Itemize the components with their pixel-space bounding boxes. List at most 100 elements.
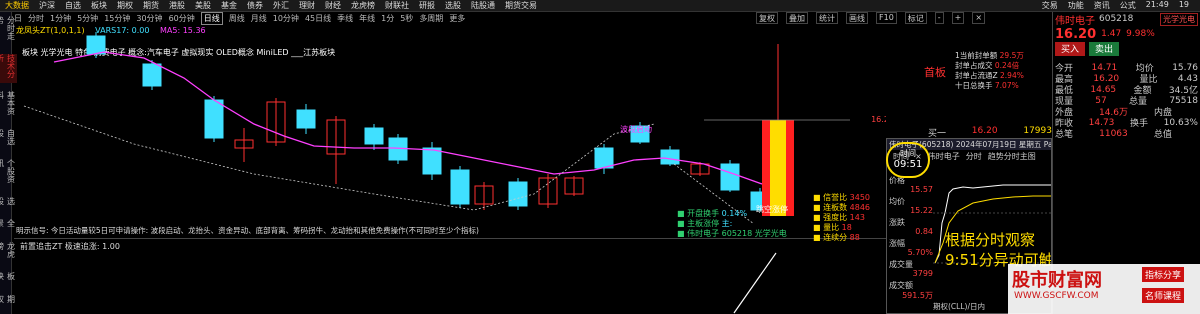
period-tab[interactable]: 季线 (337, 13, 353, 24)
top-menu-item[interactable]: 期货 (143, 0, 159, 11)
period-tab[interactable]: 30分钟 (136, 13, 162, 24)
toolbar-button[interactable]: 画线 (846, 12, 868, 24)
popup-note-1: 根据分时观察 (945, 231, 1036, 249)
quote-value: 10.63% (1163, 117, 1198, 128)
legend-right-row: ■ 连板数 4846 (813, 202, 870, 212)
top-menu-item[interactable]: 期权 (117, 0, 133, 11)
top-menu-item[interactable]: 理财 (299, 0, 315, 11)
legend-left-value: 0.14% (721, 209, 748, 218)
top-menu-item[interactable]: 期货交易 (505, 0, 537, 11)
legend-right-value: 143 (849, 213, 865, 222)
period-tab[interactable]: 周线 (229, 13, 245, 24)
toolbar-button[interactable]: 统计 (816, 12, 838, 24)
popup-tab[interactable]: 趋势分时主图 (988, 151, 1036, 162)
top-menu-item[interactable]: 龙虎榜 (351, 0, 375, 11)
top-menu-item[interactable]: 基金 (221, 0, 237, 11)
legend-right-value: 88 (849, 233, 860, 242)
sell-button[interactable]: 卖出 (1089, 42, 1119, 56)
candle (474, 182, 494, 210)
toolbar-button[interactable]: 标记 (904, 12, 927, 24)
buy-button[interactable]: 买入 (1055, 42, 1085, 56)
top-menu-item[interactable]: 港股 (169, 0, 185, 11)
top-menu-bar: 大数据 沪深 自选 板块 期权 期货 港股 美股 基金 债券 外汇 理财 财经 龙虎榜 财联社 研报 选股 陆股通… (0, 0, 1200, 12)
top-menu-item[interactable]: 大数据 (5, 0, 29, 11)
top-menu-item[interactable]: 财联社 (385, 0, 409, 11)
top-menu-item[interactable]: 研报 (419, 0, 435, 11)
period-tab[interactable]: 45日线 (305, 13, 331, 24)
popup-footer: 期权(CLL)/日内 (933, 302, 985, 311)
popup-side-values: 价格 15.57 均价 15.22 涨跌 0.84 涨幅 5.70% 成交量 3799 成交额 591… (889, 175, 933, 301)
popup-tab[interactable]: 分时 (966, 151, 982, 162)
signal-note: 明示信号: 今日活动量较5日可申请操作: 波段启动、龙抬头、资金异动、底部背离、… (16, 226, 479, 235)
limit-info-label: 封单占成交 (955, 61, 995, 70)
period-tab[interactable]: 5分钟 (77, 13, 98, 24)
limit-info-row: 封单占成交 0.24倍 (955, 60, 1051, 70)
popup-side-value: 15.22 (910, 206, 933, 215)
candle (538, 174, 558, 208)
top-right-item[interactable]: 功能 (1068, 0, 1084, 11)
period-tab[interactable]: 分时 (28, 13, 44, 24)
top-right-item[interactable]: 19 (1179, 0, 1189, 11)
annot-start: 波段启动 (620, 124, 652, 134)
legend-right-value: 18 (841, 223, 852, 232)
top-menu-item[interactable]: 债券 (247, 0, 263, 11)
chart-toolbar: 复权 叠加 统计 画线 F10 标记 - + × (748, 12, 986, 24)
period-tab[interactable]: 月线 (251, 13, 267, 24)
top-menu-item[interactable]: 外汇 (273, 0, 289, 11)
top-right-item[interactable]: 公式 (1120, 0, 1136, 11)
toolbar-button[interactable]: + (951, 12, 965, 24)
top-menu-item[interactable]: 陆股通 (471, 0, 495, 11)
legend-left-label: ■ 主板涨停 (677, 219, 722, 228)
top-menu-item[interactable]: 财经 (325, 0, 341, 11)
period-tab[interactable]: 5秒 (400, 13, 413, 24)
legend-right-row: ■ 连续分 88 (813, 232, 870, 242)
popup-side-label: 涨跌 (889, 218, 905, 227)
period-tab[interactable]: 1分钟 (50, 13, 71, 24)
top-menu-item[interactable]: 板块 (91, 0, 107, 11)
period-tab[interactable]: 10分钟 (273, 13, 299, 24)
period-tab[interactable]: 15分钟 (104, 13, 130, 24)
quote-value: 14.6万 (1098, 108, 1129, 118)
limit-info-label: 1当前封单额 (955, 51, 1000, 60)
legend-left-label: ■ 开盘换手 (677, 209, 722, 218)
candle (326, 116, 346, 184)
trend-line (23, 105, 655, 211)
period-tab[interactable]: 日线 (200, 11, 223, 25)
top-right-item[interactable]: 资讯 (1094, 0, 1110, 11)
sub-indicator-svg (733, 252, 777, 314)
limit-info-value: 29.5万 (999, 51, 1024, 60)
toolbar-button[interactable]: × (972, 12, 986, 24)
top-menu-item[interactable]: 沪深 (39, 0, 55, 11)
quote-value: 75518 (1169, 95, 1198, 106)
top-right-item[interactable]: 21:49 (1146, 0, 1169, 11)
toolbar-button[interactable]: 叠加 (786, 12, 808, 24)
legend-right-label: ■ 量比 (813, 223, 842, 232)
top-menu-item[interactable]: 选股 (445, 0, 461, 11)
quote-row: 最低 14.65 金额 34.5亿 (1053, 84, 1200, 97)
candle (422, 142, 442, 180)
popup-tab[interactable]: 伟时电子 (928, 151, 960, 162)
candle (266, 98, 286, 146)
quote-label: 换手 (1130, 119, 1149, 129)
toolbar-button[interactable]: - (934, 12, 944, 24)
toolbar-button[interactable]: 复权 (756, 12, 778, 24)
quote-value: 15.76 (1172, 62, 1198, 73)
buy1-volume: 17993 (1023, 126, 1052, 136)
top-menu-item[interactable]: 自选 (65, 0, 81, 11)
period-tab[interactable]: 更多 (449, 13, 465, 24)
period-tab[interactable]: 多周期 (419, 13, 443, 24)
popup-side-label: 成交量 (889, 260, 913, 269)
candle (234, 128, 254, 162)
stock-sector-tag[interactable]: 光学光电 (1160, 12, 1198, 26)
period-tab[interactable]: 年线 (359, 13, 375, 24)
top-right-item[interactable]: 交易 (1042, 0, 1058, 11)
time-highlight-circle: 时间 09:51 (886, 142, 930, 178)
buy1-label: 买一 (928, 129, 947, 139)
quote-value: 34.5亿 (1168, 86, 1198, 96)
quote-value: 11063 (1099, 128, 1128, 139)
toolbar-button[interactable]: F10 (876, 12, 897, 24)
period-tab[interactable]: 1分 (381, 13, 394, 24)
period-tab[interactable]: 日 (14, 13, 22, 24)
period-tab[interactable]: 60分钟 (169, 13, 195, 24)
top-menu-item[interactable]: 美股 (195, 0, 211, 11)
